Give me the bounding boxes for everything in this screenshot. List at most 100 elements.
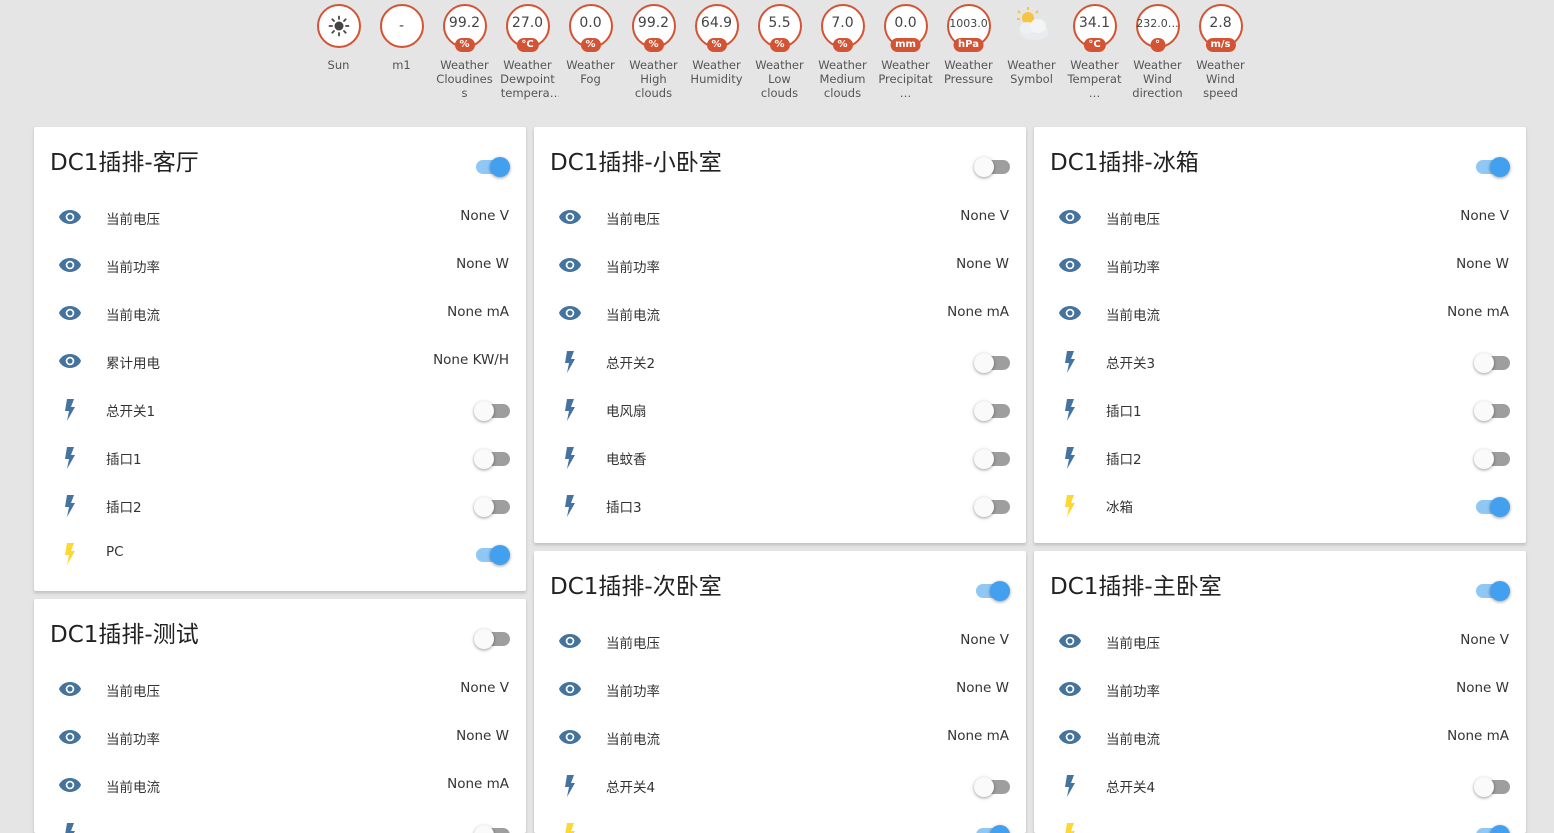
entity-label: 总开关3 [1106,356,1156,372]
entity-toggle[interactable] [1474,353,1510,373]
sensor-row[interactable]: 当前功率 None W [1034,241,1526,289]
entity-toggle[interactable] [474,449,510,469]
entity-list: 当前电压 None V 当前功率 None W 当前电流 None mA 总开关4 [534,607,1026,833]
sensor-row[interactable]: 当前电流 None mA [34,761,526,809]
badge-cloudiness[interactable]: 99.2% Weather Cloudiness [433,4,496,100]
sensor-row[interactable]: 当前电压 None V [534,193,1026,241]
sensor-row[interactable]: 当前功率 None W [34,713,526,761]
entity-toggle[interactable] [474,825,510,833]
entity-value: None W [456,728,509,744]
entity-toggle[interactable] [1474,777,1510,797]
badge-unit: % [769,38,790,52]
sun-icon [328,15,350,37]
badge-label: Weather High clouds [629,58,678,100]
badge-medium-clouds[interactable]: 7.0% Weather Medium clouds [811,4,874,100]
switch-row[interactable]: 插口1 [1034,385,1526,433]
sensor-row[interactable]: 累计用电 None KW/H [34,337,526,385]
sensor-row[interactable]: 当前功率 None W [534,665,1026,713]
sensor-row[interactable]: 当前功率 None W [534,241,1026,289]
entity-toggle[interactable] [474,497,510,517]
toggle-thumb [990,825,1010,833]
entity-toggle[interactable] [974,777,1010,797]
card-master-toggle[interactable] [474,157,510,177]
entity-toggle[interactable] [974,449,1010,469]
sensor-row[interactable]: 当前电流 None mA [534,289,1026,337]
badge-temperature[interactable]: 34.1 °C Weather Temperat… [1063,4,1126,100]
badge-wind-speed[interactable]: 2.8 m/s Weather Wind speed [1189,4,1252,100]
switch-row[interactable]: 插口3 [534,481,1026,529]
sensor-row[interactable]: 当前电流 None mA [1034,289,1526,337]
entity-toggle[interactable] [1474,825,1510,833]
card-header: DC1插排-主卧室 [1034,551,1526,607]
badge-low-clouds[interactable]: 5.5% Weather Low clouds [748,4,811,100]
entity-label: 插口2 [106,500,142,516]
sensor-row[interactable]: 当前电压 None V [34,665,526,713]
switch-row[interactable]: 总开关1 [34,385,526,433]
entity-toggle[interactable] [1474,497,1510,517]
switch-row[interactable] [1034,809,1526,833]
sensor-row[interactable]: 当前电流 None mA [534,713,1026,761]
sensor-row[interactable]: 当前电压 None V [534,617,1026,665]
badge-symbol[interactable]: Weather Symbol [1000,4,1063,100]
badge-value: 34.1 [1078,15,1111,31]
badge-circle: - [379,4,424,48]
card-master-toggle[interactable] [974,581,1010,601]
card-title: DC1插排-测试 [50,622,199,648]
switch-row[interactable]: 总开关2 [534,337,1026,385]
entity-toggle[interactable] [1474,401,1510,421]
entity-toggle[interactable] [974,401,1010,421]
switch-row[interactable] [34,809,526,833]
switch-row[interactable]: 插口2 [34,481,526,529]
entity-toggle[interactable] [974,825,1010,833]
entity-toggle[interactable] [974,353,1010,373]
toggle-thumb [990,581,1010,601]
badge-humidity[interactable]: 64.9% Weather Humidity [685,4,748,100]
switch-row[interactable]: 总开关3 [1034,337,1526,385]
badge-high-clouds[interactable]: 99.2% Weather High clouds [622,4,685,100]
eye-icon [58,351,82,371]
entity-label: 当前功率 [106,260,160,276]
badge-wind-direction[interactable]: 232.0… ° Weather Wind direction [1126,4,1189,100]
card-master-toggle[interactable] [474,629,510,649]
entity-list: 当前电压 None V 当前功率 None W 当前电流 None mA [34,655,526,833]
entity-value: None mA [447,776,509,792]
sensor-row[interactable]: 当前电压 None V [1034,617,1526,665]
switch-row[interactable]: 电蚊香 [534,433,1026,481]
sensor-row[interactable]: 当前功率 None W [34,241,526,289]
badge-label: Weather Temperat… [1067,58,1122,100]
sensor-row[interactable]: 当前电流 None mA [1034,713,1526,761]
badge-sun[interactable]: Sun [307,4,370,100]
badge-dewpoint[interactable]: 27.0 °C Weather Dewpoint temperat… [496,4,559,100]
sensor-row[interactable]: 当前电流 None mA [34,289,526,337]
sensor-row[interactable]: 当前电压 None V [1034,193,1526,241]
switch-row[interactable]: PC [34,529,526,577]
badge-precipitation[interactable]: 0.0 mm Weather Precipitat… [874,4,937,100]
badge-unit: ° [1150,38,1165,52]
badge-m1[interactable]: - m1 [370,4,433,100]
sensor-row[interactable]: 当前功率 None W [1034,665,1526,713]
switch-row[interactable]: 总开关4 [1034,761,1526,809]
entity-value: None V [1460,632,1509,648]
switch-row[interactable]: 插口2 [1034,433,1526,481]
entity-toggle[interactable] [474,401,510,421]
entity-toggle[interactable] [474,545,510,565]
badge-pressure[interactable]: 1003.0 hPa Weather Pressure [937,4,1000,100]
switch-row[interactable] [534,809,1026,833]
card-master-toggle[interactable] [1474,581,1510,601]
switch-row[interactable]: 冰箱 [1034,481,1526,529]
switch-row[interactable]: 电风扇 [534,385,1026,433]
entity-toggle[interactable] [1474,449,1510,469]
card-dc1-keting: DC1插排-客厅 当前电压 None V 当前功率 None W 当前电流 None mA 累… [34,127,526,591]
badge-fog[interactable]: 0.0% Weather Fog [559,4,622,100]
switch-row[interactable]: 总开关4 [534,761,1026,809]
toggle-thumb [974,401,994,421]
badge-circle: 1003.0 hPa [946,4,991,52]
card-master-toggle[interactable] [1474,157,1510,177]
entity-toggle[interactable] [974,497,1010,517]
switch-row[interactable]: 插口1 [34,433,526,481]
card-master-toggle[interactable] [974,157,1010,177]
badge-unit: % [454,38,475,52]
badge-unit: hPa [953,38,984,52]
sensor-row[interactable]: 当前电压 None V [34,193,526,241]
eye-icon [1058,207,1082,227]
